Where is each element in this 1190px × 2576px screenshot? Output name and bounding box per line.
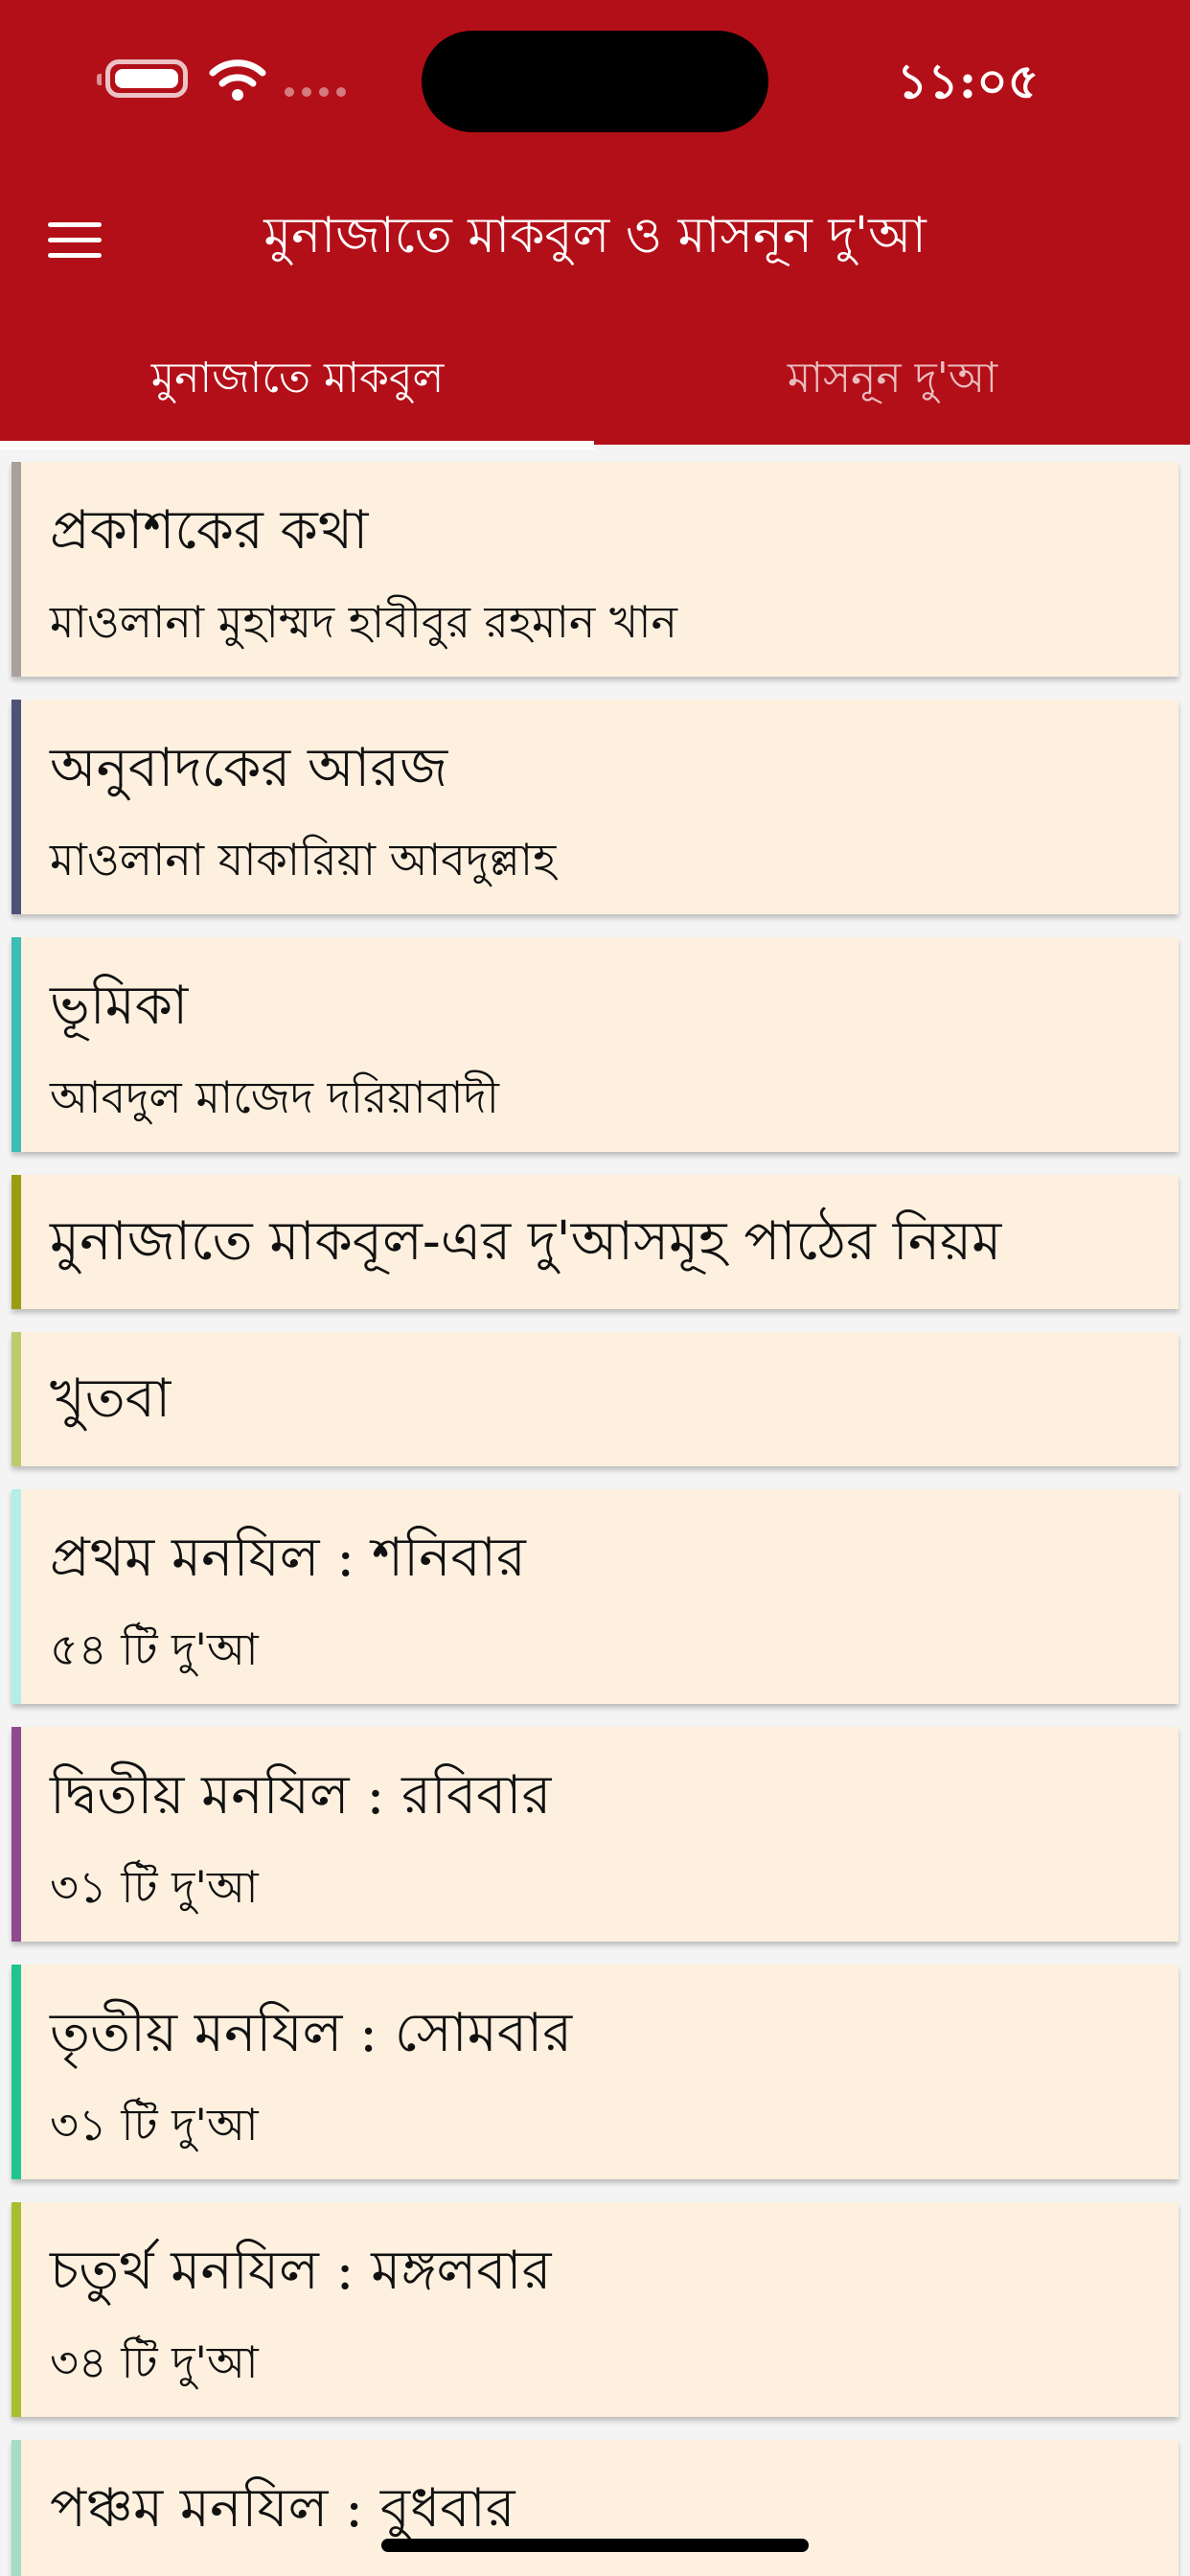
card-accent-bar	[11, 1965, 21, 2179]
chapter-title: পঞ্চম মনযিল : বুধবার	[50, 2477, 515, 2540]
card-accent-bar	[11, 2440, 21, 2576]
chapter-card-reading-rules[interactable]: মুনাজাতে মাকবূল-এর দু'আসমূহ পাঠের নিয়ম	[11, 1175, 1179, 1309]
chapter-card-manzil-2[interactable]: দ্বিতীয় মনযিল : রবিবার ৩১ টি দু'আ	[11, 1727, 1179, 1942]
app-header: ১১:০৫ মুনাজাতে মাকবুল ও মাসনূন দু'আ মুনা…	[0, 0, 1190, 449]
card-accent-bar	[11, 1175, 21, 1309]
chapter-card-manzil-5[interactable]: পঞ্চম মনযিল : বুধবার	[11, 2440, 1179, 2576]
card-accent-bar	[11, 1727, 21, 1942]
chapter-title: প্রকাশকের কথা	[50, 499, 369, 562]
chapter-subtitle: মাওলানা মুহাম্মদ হাবীবুর রহমান খান	[50, 596, 677, 648]
chapter-title: প্রথম মনযিল : শনিবার	[50, 1527, 526, 1589]
dynamic-island	[422, 31, 768, 132]
chapter-subtitle: ৫৪ টি দু'আ	[50, 1623, 259, 1675]
chapter-title: তৃতীয় মনযিল : সোমবার	[50, 2002, 573, 2064]
active-tab-indicator	[0, 441, 594, 449]
chapter-card-manzil-3[interactable]: তৃতীয় মনযিল : সোমবার ৩১ টি দু'আ	[11, 1965, 1179, 2179]
chapter-title: চতুর্থ মনযিল : মঙ্গলবার	[50, 2240, 552, 2302]
chapter-title: মুনাজাতে মাকবূল-এর দু'আসমূহ পাঠের নিয়ম	[50, 1210, 1002, 1273]
card-accent-bar	[11, 2202, 21, 2417]
card-accent-bar	[11, 700, 21, 914]
battery-icon	[97, 59, 188, 98]
menu-icon[interactable]	[48, 218, 107, 263]
chapter-title: অনুবাদকের আরজ	[50, 737, 448, 799]
tab-masnun-dua[interactable]: মাসনূন দু'আ	[595, 335, 1190, 445]
chapter-card-manzil-4[interactable]: চতুর্থ মনযিল : মঙ্গলবার ৩৪ টি দু'আ	[11, 2202, 1179, 2417]
chapter-title: ভূমিকা	[50, 975, 189, 1037]
status-bar: ১১:০৫	[0, 0, 1190, 163]
card-accent-bar	[11, 1489, 21, 1704]
home-indicator[interactable]	[381, 2539, 809, 2552]
card-accent-bar	[11, 1332, 21, 1466]
chapter-subtitle: মাওলানা যাকারিয়া আবদুল্লাহ	[50, 834, 557, 886]
chapter-subtitle: ৩১ টি দু'আ	[50, 2099, 259, 2150]
chapter-title: খুতবা	[50, 1368, 172, 1430]
signal-icon	[285, 87, 346, 97]
wifi-icon	[209, 59, 266, 101]
chapter-card-khutba[interactable]: খুতবা	[11, 1332, 1179, 1466]
chapter-card-publisher-note[interactable]: প্রকাশকের কথা মাওলানা মুহাম্মদ হাবীবুর র…	[11, 462, 1179, 677]
card-accent-bar	[11, 937, 21, 1152]
chapter-subtitle: আবদুল মাজেদ দরিয়াবাদী	[50, 1071, 499, 1123]
chapter-card-introduction[interactable]: ভূমিকা আবদুল মাজেদ দরিয়াবাদী	[11, 937, 1179, 1152]
card-accent-bar	[11, 462, 21, 677]
chapter-card-translator-note[interactable]: অনুবাদকের আরজ মাওলানা যাকারিয়া আবদুল্লা…	[11, 700, 1179, 914]
app-title: মুনাজাতে মাকবুল ও মাসনূন দু'আ	[263, 207, 927, 264]
chapter-title: দ্বিতীয় মনযিল : রবিবার	[50, 1764, 552, 1827]
chapter-subtitle: ৩১ টি দু'আ	[50, 1861, 259, 1913]
chapter-subtitle: ৩৪ টি দু'আ	[50, 2336, 259, 2388]
tab-munajat-maqbul[interactable]: মুনাজাতে মাকবুল	[0, 335, 595, 445]
chapter-card-manzil-1[interactable]: প্রথম মনযিল : শনিবার ৫৪ টি দু'আ	[11, 1489, 1179, 1704]
status-time: ১১:০৫	[896, 53, 1040, 109]
